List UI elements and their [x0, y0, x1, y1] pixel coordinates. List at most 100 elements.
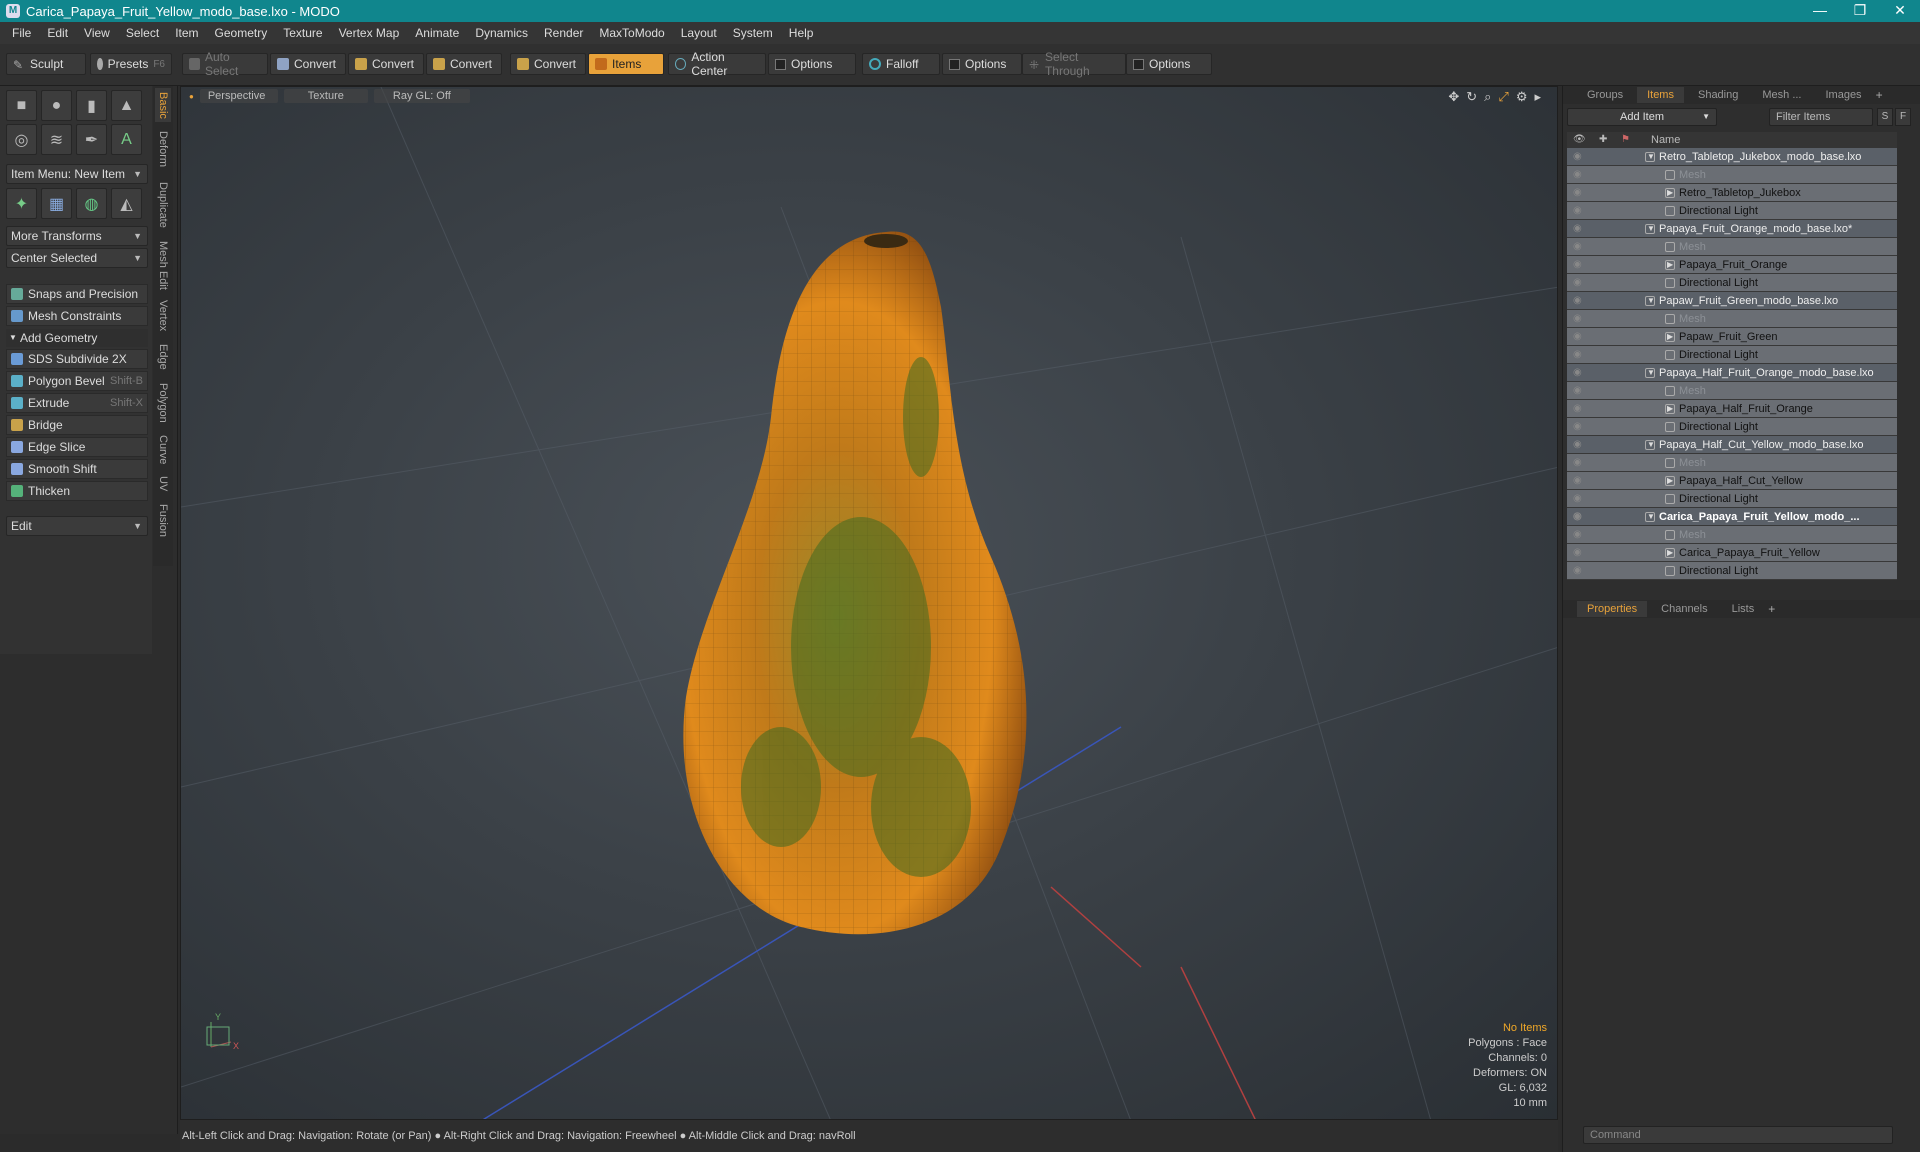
convert-button-2[interactable]: Convert	[348, 53, 424, 75]
item-row[interactable]: ◉ ▶ Papaya_Fruit_Orange	[1567, 256, 1897, 274]
tab-items[interactable]: Items	[1637, 87, 1684, 103]
move-icon[interactable]: ✥	[1448, 89, 1459, 105]
visibility-eye-icon[interactable]: ◉	[1573, 544, 1582, 562]
visibility-eye-icon[interactable]: ◉	[1573, 220, 1582, 238]
snaps-precision-button[interactable]: Snaps and Precision	[6, 284, 148, 304]
eye-icon[interactable]: 👁	[1573, 132, 1586, 148]
rotate-icon[interactable]: ↻	[1466, 89, 1477, 105]
item-row[interactable]: ◉ Mesh	[1567, 310, 1897, 328]
play-icon[interactable]: ▸	[1534, 89, 1541, 105]
tab-mesh-edit[interactable]: Mesh Edit	[155, 238, 171, 292]
item-row[interactable]: ◉ Directional Light	[1567, 202, 1897, 220]
edit-dropdown[interactable]: Edit ▼	[6, 516, 148, 536]
tab-vertex[interactable]: Vertex	[155, 296, 171, 336]
tab-uv[interactable]: UV	[155, 472, 171, 496]
options-button-3[interactable]: Options	[1126, 53, 1212, 75]
item-row[interactable]: ◉ ▶ Retro_Tabletop_Jukebox	[1567, 184, 1897, 202]
s-button[interactable]: S	[1877, 108, 1893, 126]
item-row[interactable]: ◉ Mesh	[1567, 166, 1897, 184]
visibility-eye-icon[interactable]: ◉	[1573, 346, 1582, 364]
visibility-eye-icon[interactable]: ◉	[1573, 454, 1582, 472]
tab-channels[interactable]: Channels	[1651, 601, 1717, 617]
command-input[interactable]: Command	[1583, 1126, 1893, 1144]
menu-layout[interactable]: Layout	[673, 26, 725, 40]
item-row[interactable]: ◉ Directional Light	[1567, 490, 1897, 508]
visibility-eye-icon[interactable]: ◉	[1573, 418, 1582, 436]
torus-icon[interactable]: ◎	[6, 124, 37, 155]
options-button-1[interactable]: Options	[768, 53, 856, 75]
visibility-eye-icon[interactable]: ◉	[1573, 472, 1582, 490]
visibility-eye-icon[interactable]: ◉	[1573, 364, 1582, 382]
tube-icon[interactable]: ≋	[41, 124, 72, 155]
sds-subdivide-button[interactable]: SDS Subdivide 2X	[6, 349, 148, 369]
text-icon[interactable]: A	[111, 124, 142, 155]
menu-geometry[interactable]: Geometry	[207, 26, 276, 40]
visibility-eye-icon[interactable]: ◉	[1573, 274, 1582, 292]
visibility-eye-icon[interactable]: ◉	[1573, 184, 1582, 202]
menu-texture[interactable]: Texture	[275, 26, 330, 40]
tab-polygon[interactable]: Polygon	[155, 378, 171, 428]
item-row[interactable]: ◉ Directional Light	[1567, 274, 1897, 292]
tab-duplicate[interactable]: Duplicate	[155, 176, 171, 234]
texture-button[interactable]: Texture	[283, 89, 368, 103]
globe-icon[interactable]: ◍	[76, 188, 107, 219]
sculpt-button[interactable]: ✎ Sculpt	[6, 53, 86, 75]
visibility-eye-icon[interactable]: ◉	[1573, 256, 1582, 274]
auto-select-button[interactable]: Auto Select	[182, 50, 268, 78]
tab-images[interactable]: Images	[1815, 87, 1871, 103]
options-button-2[interactable]: Options	[942, 53, 1022, 75]
item-row[interactable]: ◉ Directional Light	[1567, 346, 1897, 364]
menu-select[interactable]: Select	[118, 26, 167, 40]
add-tab-icon[interactable]: +	[1768, 602, 1775, 616]
lock-icon[interactable]: ✚	[1599, 132, 1607, 148]
visibility-eye-icon[interactable]: ◉	[1573, 400, 1582, 418]
item-row[interactable]: ◉ Mesh	[1567, 454, 1897, 472]
select-through-button[interactable]: ⁜ Select Through	[1022, 50, 1126, 78]
more-transforms-dropdown[interactable]: More Transforms ▼	[6, 226, 148, 246]
visibility-eye-icon[interactable]: ◉	[1573, 202, 1582, 220]
item-row[interactable]: ◉ ▼ Papaya_Half_Cut_Yellow_modo_base.lxo	[1567, 436, 1897, 454]
thicken-button[interactable]: Thicken	[6, 481, 148, 501]
visibility-eye-icon[interactable]: ◉	[1573, 562, 1582, 580]
add-item-dropdown[interactable]: Add Item ▼	[1567, 108, 1717, 126]
menu-maxtomodo[interactable]: MaxToModo	[591, 26, 672, 40]
filter-items-input[interactable]: Filter Items	[1769, 108, 1873, 126]
menu-file[interactable]: File	[4, 26, 39, 40]
item-row[interactable]: ◉ Mesh	[1567, 382, 1897, 400]
add-geometry-header[interactable]: ▼ Add Geometry	[6, 329, 148, 347]
edge-slice-button[interactable]: Edge Slice	[6, 437, 148, 457]
tab-fusion[interactable]: Fusion	[155, 500, 171, 542]
render-icon[interactable]: ⚑	[1621, 132, 1630, 148]
menu-render[interactable]: Render	[536, 26, 591, 40]
tab-deform[interactable]: Deform	[155, 126, 171, 172]
menu-dynamics[interactable]: Dynamics	[467, 26, 536, 40]
tab-shading[interactable]: Shading	[1688, 87, 1748, 103]
sphere-icon[interactable]: ●	[41, 90, 72, 121]
action-center-button[interactable]: Action Center	[668, 50, 766, 78]
visibility-eye-icon[interactable]: ◉	[1573, 292, 1582, 310]
item-row[interactable]: ◉ ▶ Carica_Papaya_Fruit_Yellow	[1567, 544, 1897, 562]
convert-button-3[interactable]: Convert	[426, 53, 502, 75]
fit-icon[interactable]: ⤢	[1498, 89, 1508, 105]
grid-icon[interactable]: ▦	[41, 188, 72, 219]
smooth-shift-button[interactable]: Smooth Shift	[6, 459, 148, 479]
item-row[interactable]: ◉ ▼ Papaya_Half_Fruit_Orange_modo_base.lxo	[1567, 364, 1897, 382]
visibility-eye-icon[interactable]: ◉	[1573, 436, 1582, 454]
visibility-eye-icon[interactable]: ◉	[1573, 166, 1582, 184]
item-row[interactable]: ◉ ▼ Papaya_Fruit_Orange_modo_base.lxo*	[1567, 220, 1897, 238]
perspective-button[interactable]: Perspective	[199, 89, 278, 103]
tab-groups[interactable]: Groups	[1577, 87, 1633, 103]
gear-icon[interactable]: ⚙	[1516, 89, 1528, 105]
visibility-eye-icon[interactable]: ◉	[1573, 526, 1582, 544]
visibility-eye-icon[interactable]: ◉	[1573, 490, 1582, 508]
transform-icon[interactable]: ✦	[6, 188, 37, 219]
cone-icon[interactable]: ▲	[111, 90, 142, 121]
menu-vertex-map[interactable]: Vertex Map	[331, 26, 408, 40]
menu-edit[interactable]: Edit	[39, 26, 76, 40]
item-row[interactable]: ◉ ▼ Papaw_Fruit_Green_modo_base.lxo	[1567, 292, 1897, 310]
item-row[interactable]: ◉ ▶ Papaya_Half_Cut_Yellow	[1567, 472, 1897, 490]
item-row[interactable]: ◉ ▶ Papaw_Fruit_Green	[1567, 328, 1897, 346]
visibility-eye-icon[interactable]: ◉	[1573, 382, 1582, 400]
tab-mesh[interactable]: Mesh ...	[1752, 87, 1811, 103]
visibility-eye-icon[interactable]: ◉	[1573, 328, 1582, 346]
